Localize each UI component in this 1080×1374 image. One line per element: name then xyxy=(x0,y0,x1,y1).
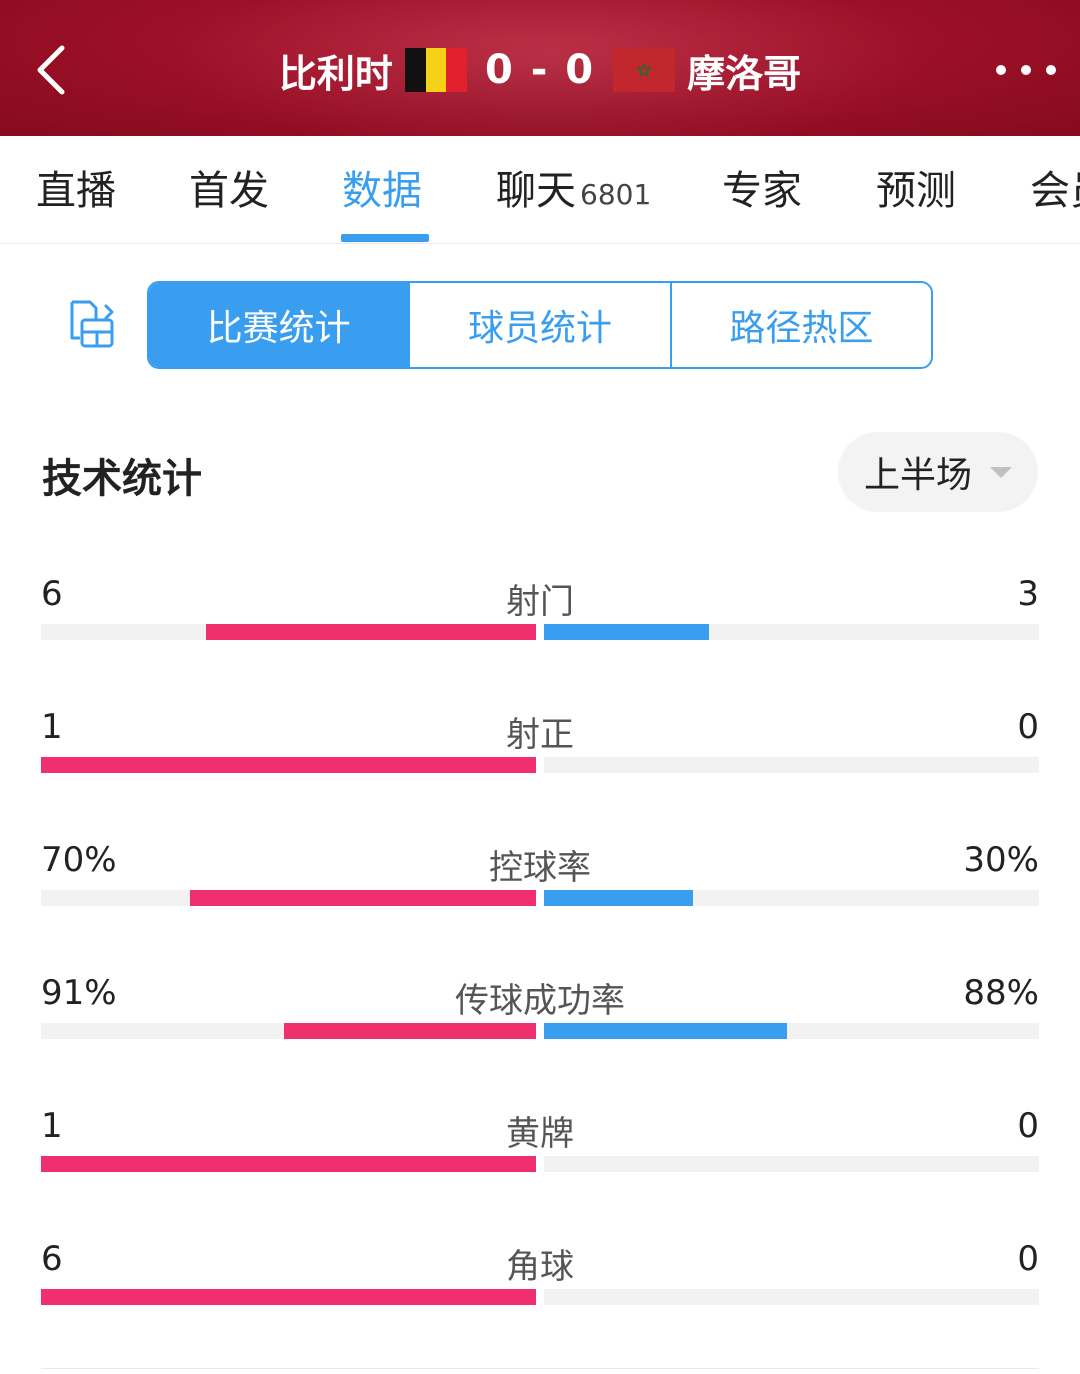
away-bar xyxy=(544,1023,787,1039)
stat-row: 6 角球 0 xyxy=(41,1239,1039,1329)
match-scoreline: 比利时 0 - 0 摩洛哥 xyxy=(0,40,1080,100)
tab-members[interactable]: 会员 xyxy=(1030,158,1080,216)
tab-chat[interactable]: 聊天 6801 xyxy=(496,158,651,216)
away-bar xyxy=(544,890,693,906)
tab-label: 数据 xyxy=(342,168,422,214)
away-value: 3 xyxy=(1017,574,1039,614)
home-bar-track xyxy=(41,757,536,773)
segment-player-stats[interactable]: 球员统计 xyxy=(410,283,672,367)
home-bar xyxy=(41,1156,536,1172)
score: 0 - 0 xyxy=(484,47,596,93)
away-bar-track xyxy=(544,1023,1039,1039)
tab-label: 聊天 xyxy=(496,168,576,214)
period-label: 上半场 xyxy=(863,455,972,496)
flag-stripe-red xyxy=(446,48,467,92)
home-team-name[interactable]: 比利时 xyxy=(279,43,393,98)
tab-predictions[interactable]: 预测 xyxy=(876,158,956,216)
stat-label: 射正 xyxy=(506,715,574,755)
morocco-flag-icon xyxy=(613,48,676,92)
stat-label: 黄牌 xyxy=(506,1114,574,1154)
stat-row: 70% 控球率 30% xyxy=(41,840,1039,930)
home-bar-track xyxy=(41,1156,536,1172)
home-bar xyxy=(41,1289,536,1305)
away-bar-track xyxy=(544,1156,1039,1172)
layout-switch-button[interactable] xyxy=(66,298,118,350)
active-tab-indicator xyxy=(341,234,429,242)
tab-label: 直播 xyxy=(36,168,116,214)
away-value: 88% xyxy=(963,973,1039,1013)
segment-heatmap[interactable]: 路径热区 xyxy=(672,283,931,367)
home-bar xyxy=(283,1023,536,1039)
match-header: 比利时 0 - 0 摩洛哥 xyxy=(0,0,1080,136)
away-bar-track xyxy=(544,624,1039,640)
period-dropdown[interactable]: 上半场 xyxy=(838,432,1038,512)
more-dot xyxy=(1021,65,1031,75)
tab-lineup[interactable]: 首发 xyxy=(189,158,269,216)
away-bar-track xyxy=(544,757,1039,773)
more-button[interactable] xyxy=(996,50,1056,90)
bottom-divider xyxy=(41,1368,1039,1369)
stat-label: 控球率 xyxy=(489,848,591,888)
away-bar-track xyxy=(544,1289,1039,1305)
stat-label: 传球成功率 xyxy=(455,981,625,1021)
more-dot xyxy=(1046,65,1056,75)
tab-experts[interactable]: 专家 xyxy=(722,158,802,216)
home-bar xyxy=(205,624,536,640)
tab-label: 专家 xyxy=(722,168,802,214)
stat-label: 射门 xyxy=(506,582,574,622)
flag-stripe-yellow xyxy=(425,48,447,92)
stats-segment-control: 比赛统计 球员统计 路径热区 xyxy=(147,281,933,369)
tab-data[interactable]: 数据 xyxy=(342,158,422,216)
layout-switch-icon xyxy=(70,300,114,348)
tab-members-clip: 会员 xyxy=(1030,158,1080,218)
away-team-name[interactable]: 摩洛哥 xyxy=(687,43,801,98)
more-dot xyxy=(996,65,1006,75)
stat-row: 1 黄牌 0 xyxy=(41,1106,1039,1196)
away-value: 30% xyxy=(963,840,1039,880)
flag-stripe-black xyxy=(404,48,426,92)
home-bar-track xyxy=(41,624,536,640)
away-value: 0 xyxy=(1017,707,1039,747)
stat-row: 91% 传球成功率 88% xyxy=(41,973,1039,1063)
home-bar-track xyxy=(41,890,536,906)
tab-label: 预测 xyxy=(876,168,956,214)
home-bar xyxy=(189,890,536,906)
caret-down-icon xyxy=(990,466,1012,478)
home-bar-track xyxy=(41,1023,536,1039)
tab-bar: 直播 首发 数据 聊天6801 专家 预测 会员 xyxy=(0,136,1080,244)
away-value: 0 xyxy=(1017,1106,1039,1146)
home-bar-track xyxy=(41,1289,536,1305)
stat-row: 1 射正 0 xyxy=(41,707,1039,797)
away-bar xyxy=(544,624,709,640)
tab-label: 首发 xyxy=(189,168,269,214)
away-value: 0 xyxy=(1017,1239,1039,1279)
star-icon xyxy=(637,63,652,77)
home-bar xyxy=(41,757,536,773)
stat-row: 6 射门 3 xyxy=(41,574,1039,664)
tab-label: 会员 xyxy=(1030,168,1080,214)
tab-live[interactable]: 直播 xyxy=(36,158,116,216)
belgium-flag-icon xyxy=(404,48,467,92)
away-bar-track xyxy=(544,890,1039,906)
chat-count-badge: 6801 xyxy=(580,178,652,211)
stat-label: 角球 xyxy=(506,1247,574,1287)
segment-match-stats[interactable]: 比赛统计 xyxy=(149,283,411,367)
section-title: 技术统计 xyxy=(42,456,202,502)
